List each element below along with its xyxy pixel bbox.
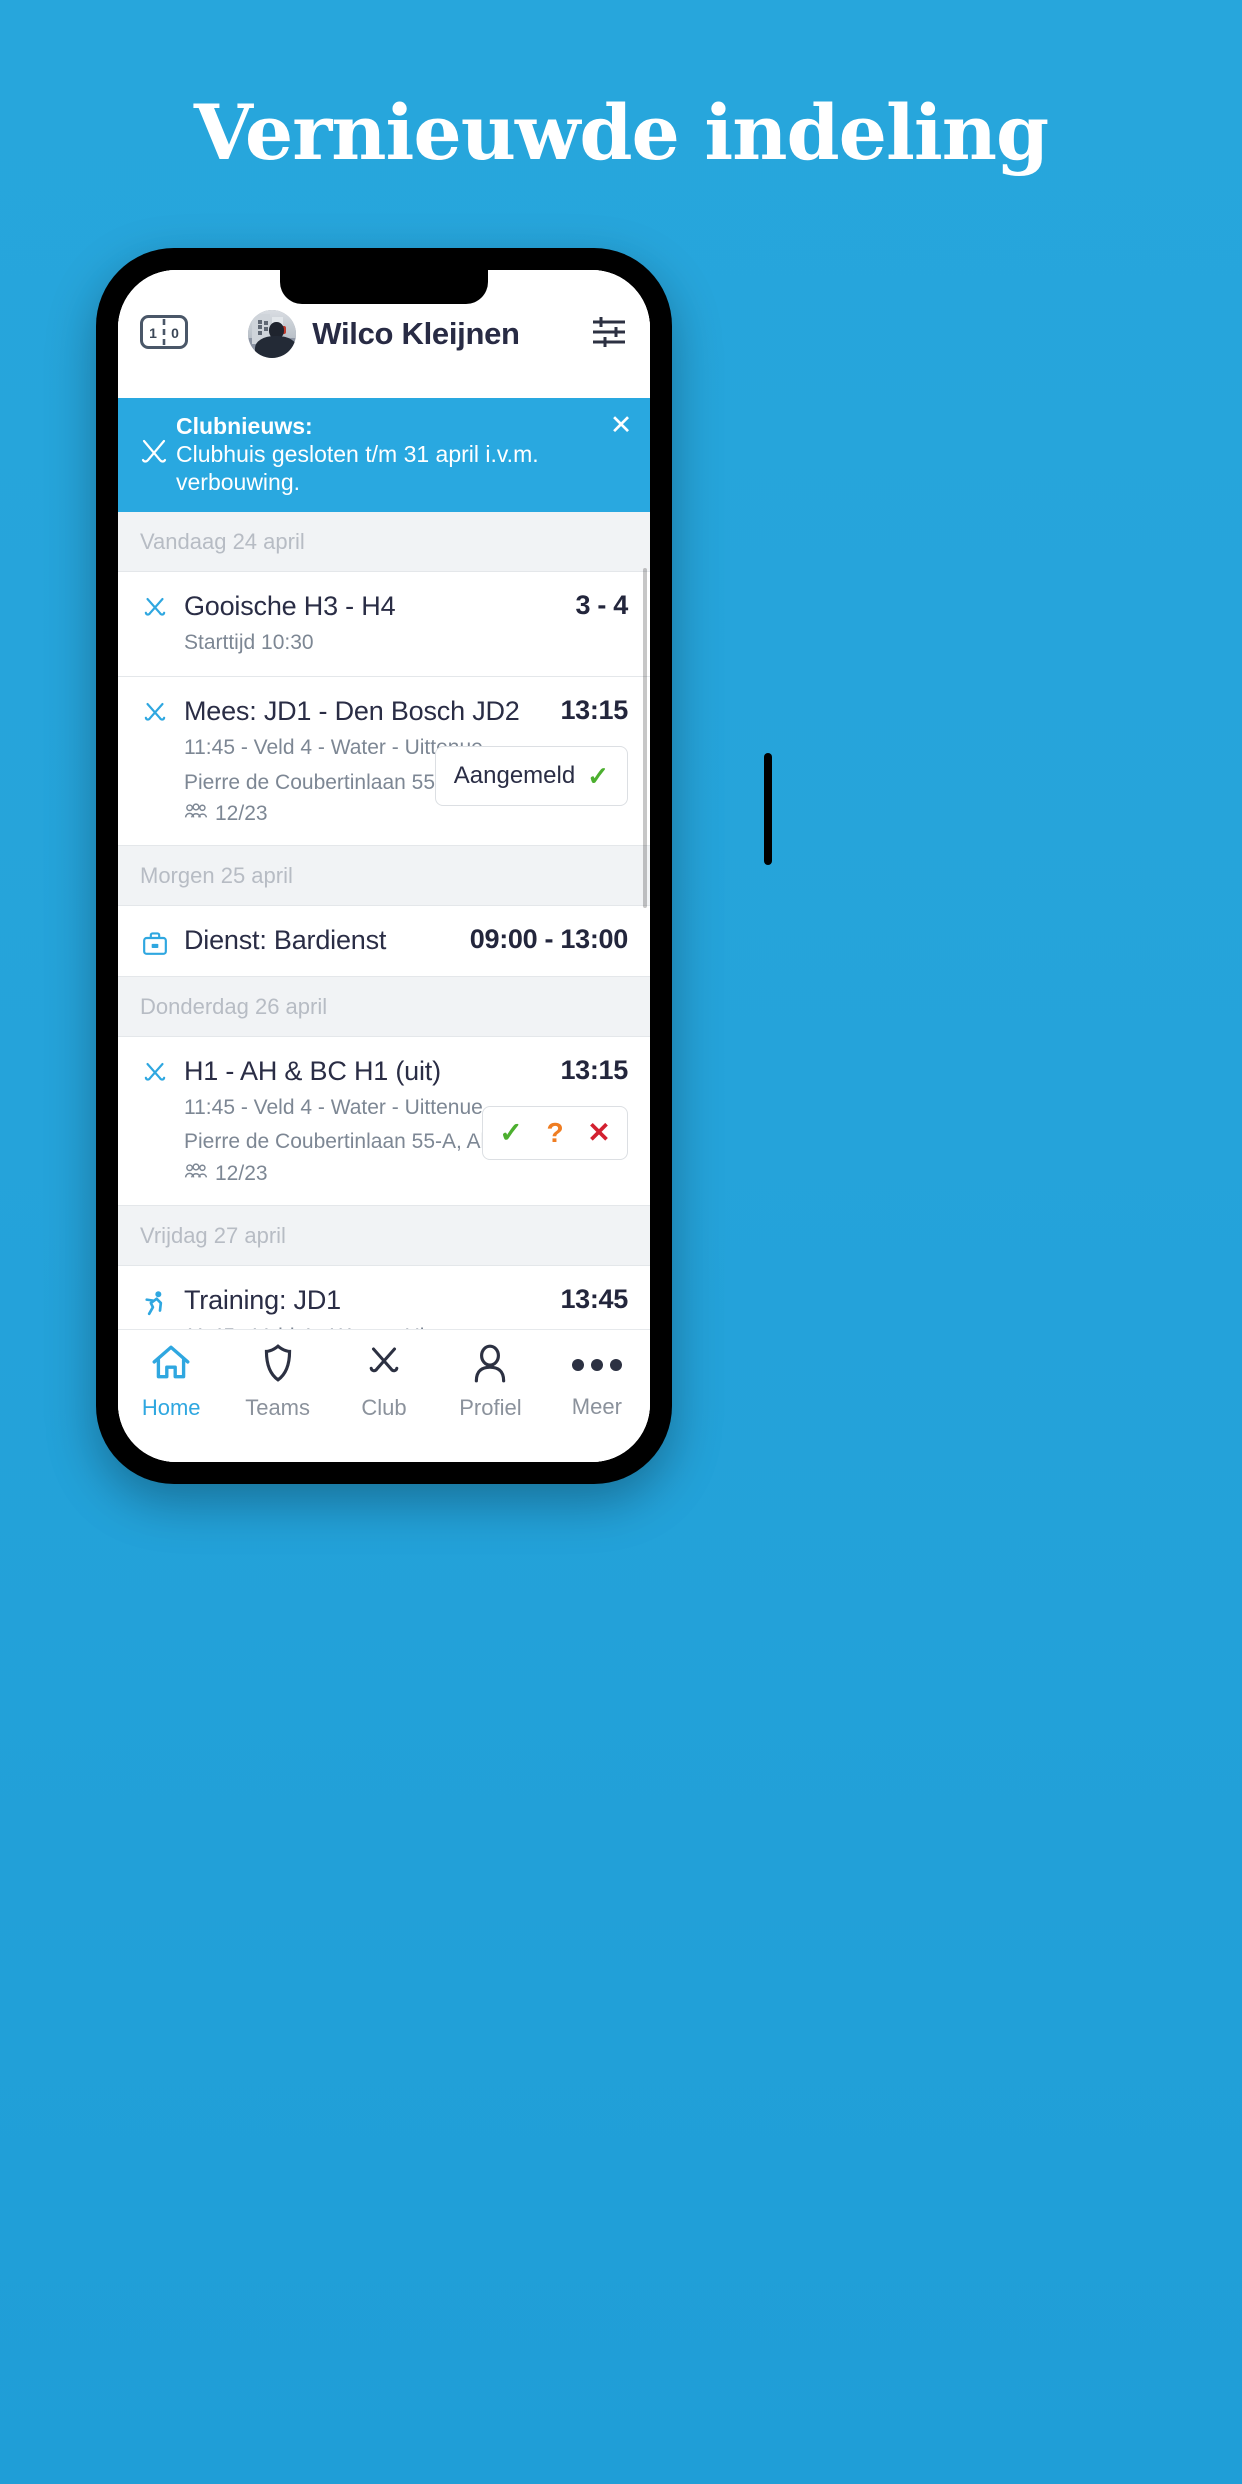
agenda-row-time: 13:15 bbox=[560, 1055, 628, 1086]
attendance-count: 12/23 bbox=[215, 1161, 268, 1185]
sliders-icon[interactable] bbox=[590, 315, 628, 354]
running-person-icon bbox=[140, 1284, 184, 1329]
tab-club[interactable]: Club bbox=[331, 1342, 437, 1421]
bottom-tab-bar: Home Teams Club Profiel Meer bbox=[118, 1329, 650, 1462]
agenda-row-title: Training: JD1 bbox=[184, 1284, 341, 1315]
close-icon[interactable]: ✕ bbox=[606, 410, 636, 440]
briefcase-icon bbox=[140, 924, 184, 958]
tab-label: Teams bbox=[245, 1395, 310, 1420]
avatar[interactable] bbox=[248, 310, 297, 358]
tab-home[interactable]: Home bbox=[118, 1342, 224, 1421]
agenda-row-time: 13:15 bbox=[560, 695, 628, 726]
agenda-row-subtitle: Pierre de Coubertinlaan 55-A, Almere bbox=[184, 770, 534, 794]
user-name: Wilco Kleijnen bbox=[312, 316, 520, 351]
agenda-row-subtitle: 11:45 - Veld 4 - Water - Uittenue bbox=[184, 1095, 483, 1119]
agenda-row-title: Mees: JD1 - Den Bosch JD2 bbox=[184, 696, 520, 727]
crossed-hockey-sticks-icon bbox=[363, 1342, 405, 1389]
page-title: Vernieuwde indeling bbox=[193, 88, 1049, 177]
signup-status-label: Aangemeld bbox=[453, 762, 576, 790]
app-root: 1 0 Wilco Kleijnen Clubnieuws: Clubhuis … bbox=[118, 270, 650, 1462]
agenda-row-title: H1 - AH & BC H1 (uit) bbox=[184, 1056, 441, 1087]
agenda-row-time: 13:45 bbox=[560, 1283, 628, 1314]
day-header: Donderdag 26 april bbox=[118, 977, 650, 1038]
agenda-row-time: 09:00 - 13:00 bbox=[469, 924, 629, 955]
agenda-row[interactable]: H1 - AH & BC H1 (uit) 11:45 - Veld 4 - W… bbox=[118, 1037, 650, 1206]
day-header: Morgen 25 april bbox=[118, 846, 650, 907]
agenda-row-attendance: 12/23 bbox=[184, 801, 427, 827]
agenda-row[interactable]: Training: JD1 11:45 - Veld 4 - Water - U… bbox=[118, 1265, 650, 1329]
agenda-row-subtitle: Starttijd 10:30 bbox=[184, 630, 314, 654]
content-scroll-area[interactable]: Clubnieuws: Clubhuis gesloten t/m 31 apr… bbox=[118, 398, 650, 1329]
phone-notch bbox=[280, 270, 488, 304]
agenda-row-time: 3 - 4 bbox=[575, 590, 628, 621]
shield-icon bbox=[257, 1342, 299, 1389]
agenda-row-subtitle: 11:45 - Veld 4 - Water - Uittenue bbox=[184, 736, 483, 760]
crossed-hockey-sticks-icon bbox=[140, 695, 184, 827]
svg-text:0: 0 bbox=[171, 325, 179, 341]
phone-power-button bbox=[764, 753, 772, 865]
person-icon bbox=[469, 1342, 511, 1389]
tab-profiel[interactable]: Profiel bbox=[437, 1342, 543, 1421]
banner-body: Clubhuis gesloten t/m 31 april i.v.m. ve… bbox=[176, 441, 539, 496]
availability-no-button[interactable]: ✕ bbox=[577, 1119, 621, 1147]
agenda-list: Vandaag 24 april Gooische H3 - H4 Startt… bbox=[118, 512, 650, 1329]
agenda-row[interactable]: Dienst: Bardienst 09:00 - 13:00 bbox=[118, 906, 650, 978]
day-header: Vrijdag 27 april bbox=[118, 1205, 650, 1266]
agenda-row-attendance: 12/23 bbox=[184, 1161, 474, 1187]
crossed-hockey-sticks-icon bbox=[132, 436, 176, 472]
attendance-count: 12/23 bbox=[215, 802, 268, 826]
phone-frame: 1 0 Wilco Kleijnen Clubnieuws: Clubhuis … bbox=[96, 248, 772, 1484]
phone-screen: 1 0 Wilco Kleijnen Clubnieuws: Clubhuis … bbox=[118, 270, 650, 1462]
club-news-banner[interactable]: Clubnieuws: Clubhuis gesloten t/m 31 apr… bbox=[118, 398, 650, 513]
svg-text:1: 1 bbox=[149, 325, 157, 341]
agenda-row[interactable]: Mees: JD1 - Den Bosch JD2 11:45 - Veld 4… bbox=[118, 677, 650, 847]
crossed-hockey-sticks-icon bbox=[140, 1055, 184, 1187]
tab-teams[interactable]: Teams bbox=[224, 1342, 330, 1421]
tab-label: Meer bbox=[571, 1394, 622, 1419]
crossed-hockey-sticks-icon bbox=[140, 590, 184, 658]
day-header: Vandaag 24 april bbox=[118, 512, 650, 573]
check-icon: ✓ bbox=[587, 761, 609, 792]
banner-title: Clubnieuws: bbox=[176, 413, 313, 439]
home-icon bbox=[150, 1342, 192, 1389]
agenda-row-subtitle: 11:45 - Veld 4 - Water - Uittenue bbox=[184, 1321, 483, 1329]
agenda-row-title: Dienst: Bardienst bbox=[184, 925, 387, 956]
agenda-row-subtitle: Pierre de Coubertinlaan 55-A, Almere bbox=[184, 1130, 534, 1154]
agenda-row-title: Gooische H3 - H4 bbox=[184, 591, 396, 622]
signup-status-button[interactable]: Aangemeld ✓ bbox=[434, 746, 628, 807]
tab-label: Home bbox=[141, 1395, 201, 1420]
tab-label: Profiel bbox=[459, 1395, 522, 1420]
agenda-row[interactable]: Gooische H3 - H4 Starttijd 10:30 3 - 4 bbox=[118, 572, 650, 678]
ellipsis-icon bbox=[571, 1342, 622, 1388]
people-icon bbox=[184, 801, 208, 827]
availability-maybe-button[interactable]: ? bbox=[533, 1119, 577, 1147]
people-icon bbox=[184, 1161, 208, 1187]
scoreboard-icon[interactable]: 1 0 bbox=[140, 314, 188, 354]
vertical-scrollbar[interactable] bbox=[643, 568, 647, 908]
availability-yes-button[interactable]: ✓ bbox=[489, 1119, 533, 1147]
tab-meer[interactable]: Meer bbox=[544, 1342, 650, 1420]
tab-label: Club bbox=[361, 1395, 407, 1420]
availability-button-group[interactable]: ✓ ? ✕ bbox=[482, 1106, 628, 1161]
